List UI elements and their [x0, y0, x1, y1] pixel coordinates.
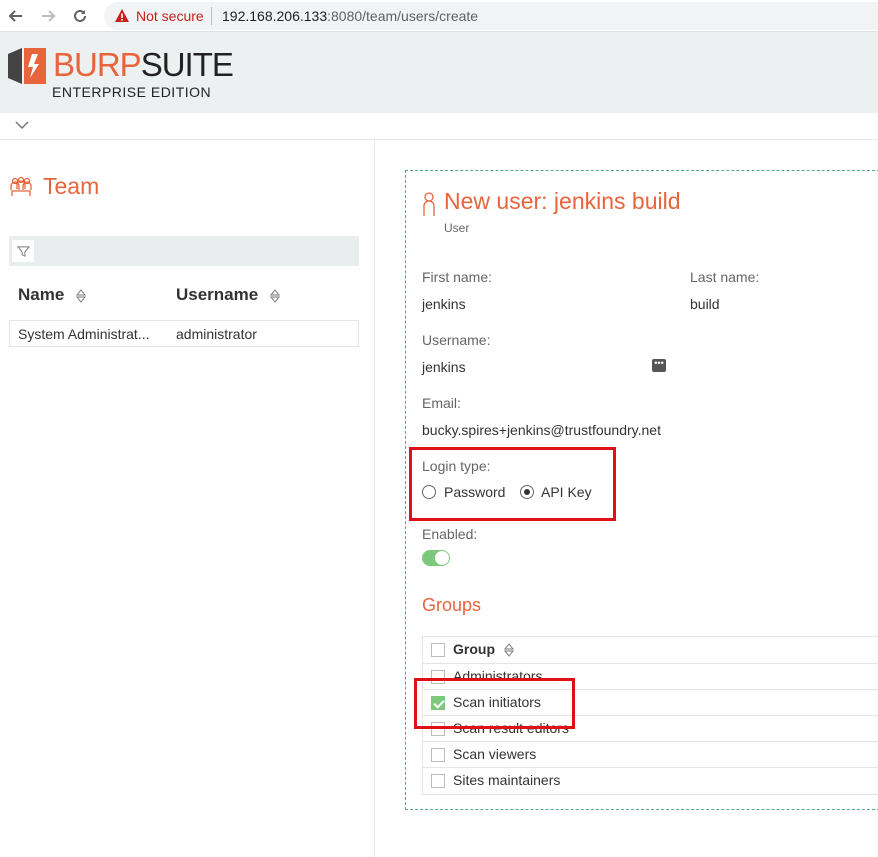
username-label: Username:	[422, 332, 491, 348]
group-checkbox[interactable]	[431, 670, 445, 684]
sub-navigation	[0, 113, 878, 140]
browser-toolbar: Not secure 192.168.206.133:8080/team/use…	[0, 0, 878, 32]
form-title: New user: jenkins build	[444, 188, 681, 214]
radio-password-label[interactable]: Password	[444, 484, 505, 500]
radio-api-key[interactable]	[520, 485, 534, 499]
group-label: Scan result editors	[453, 720, 569, 736]
column-header-username[interactable]: Username	[176, 285, 281, 305]
sort-icon	[76, 288, 87, 303]
email-label: Email:	[422, 395, 461, 411]
more-options-icon[interactable]: •••	[652, 359, 666, 372]
form-subtitle: User	[444, 221, 470, 235]
table-row[interactable]: System Administrat... administrator	[9, 320, 359, 347]
groups-header-row: Group	[423, 637, 878, 663]
sort-icon[interactable]	[503, 643, 515, 657]
column-header-name[interactable]: Name	[18, 285, 87, 305]
last-name-field[interactable]: build	[690, 296, 720, 312]
new-user-form: New user: jenkins build User First name:…	[405, 170, 878, 810]
url-port: :8080	[327, 8, 363, 24]
list-item[interactable]: Scan initiators	[423, 689, 878, 715]
group-checkbox[interactable]	[431, 774, 445, 788]
filter-button[interactable]	[12, 240, 34, 262]
url-divider	[211, 7, 212, 25]
first-name-label: First name:	[422, 269, 493, 285]
filter-icon	[16, 245, 30, 257]
last-name-label: Last name:	[690, 269, 760, 285]
logo-burp: BURP	[53, 46, 142, 83]
sort-icon	[269, 288, 280, 303]
chevron-down-icon[interactable]	[14, 118, 30, 132]
team-icon	[10, 176, 32, 196]
enabled-label: Enabled:	[422, 526, 478, 542]
radio-api-key-label[interactable]: API Key	[541, 484, 592, 500]
list-item[interactable]: Scan viewers	[423, 741, 878, 767]
filter-bar	[9, 236, 359, 266]
reload-button[interactable]	[68, 4, 92, 28]
app-header: BURPSUITE ENTERPRISE EDITION	[0, 32, 878, 113]
arrow-left-icon	[8, 10, 22, 22]
security-status[interactable]: Not secure	[136, 8, 204, 24]
list-item[interactable]: Administrators	[423, 663, 878, 689]
back-button[interactable]	[4, 4, 28, 28]
arrow-right-icon	[42, 10, 56, 22]
logo-wordmark: BURPSUITE	[53, 45, 234, 85]
username-field[interactable]: jenkins	[422, 359, 466, 375]
url-text[interactable]: 192.168.206.133:8080/team/users/create	[222, 8, 478, 24]
column-header-group[interactable]: Group	[453, 641, 495, 657]
groups-table: Group Administrators Scan initiators Sca…	[422, 636, 878, 795]
first-name-field[interactable]: jenkins	[422, 296, 466, 312]
email-field[interactable]: bucky.spires+jenkins@trustfoundry.net	[422, 422, 661, 438]
list-item[interactable]: Scan result editors	[423, 715, 878, 741]
warning-icon	[115, 9, 129, 22]
group-checkbox[interactable]	[431, 722, 445, 736]
radio-password[interactable]	[422, 485, 436, 499]
groups-title: Groups	[422, 595, 482, 615]
group-checkbox[interactable]	[431, 748, 445, 762]
group-label: Scan initiators	[453, 694, 541, 710]
group-label: Sites maintainers	[453, 772, 561, 788]
group-checkbox[interactable]	[431, 696, 445, 710]
select-all-checkbox[interactable]	[431, 643, 445, 657]
logo-edition: ENTERPRISE EDITION	[52, 84, 212, 100]
url-host: 192.168.206.133	[222, 8, 328, 24]
list-item[interactable]: Sites maintainers	[423, 767, 878, 793]
login-type-label: Login type:	[422, 458, 491, 474]
cell-name: System Administrat...	[18, 326, 150, 342]
logo-suite: SUITE	[140, 46, 234, 83]
user-icon	[423, 192, 435, 216]
column-header-name-label: Name	[18, 285, 65, 304]
burp-logo-icon[interactable]	[8, 48, 46, 84]
group-label: Scan viewers	[453, 746, 537, 762]
forward-button[interactable]	[36, 4, 60, 28]
cell-username: administrator	[176, 326, 257, 342]
address-bar[interactable]: Not secure 192.168.206.133:8080/team/use…	[104, 2, 878, 30]
url-path: /team/users/create	[362, 8, 479, 24]
team-title: Team	[43, 173, 100, 199]
enabled-toggle[interactable]	[422, 550, 450, 566]
group-label: Administrators	[453, 668, 543, 684]
reload-icon	[74, 9, 86, 22]
team-panel: Team Name Username System Administrat...…	[0, 140, 375, 857]
column-header-username-label: Username	[176, 285, 259, 304]
